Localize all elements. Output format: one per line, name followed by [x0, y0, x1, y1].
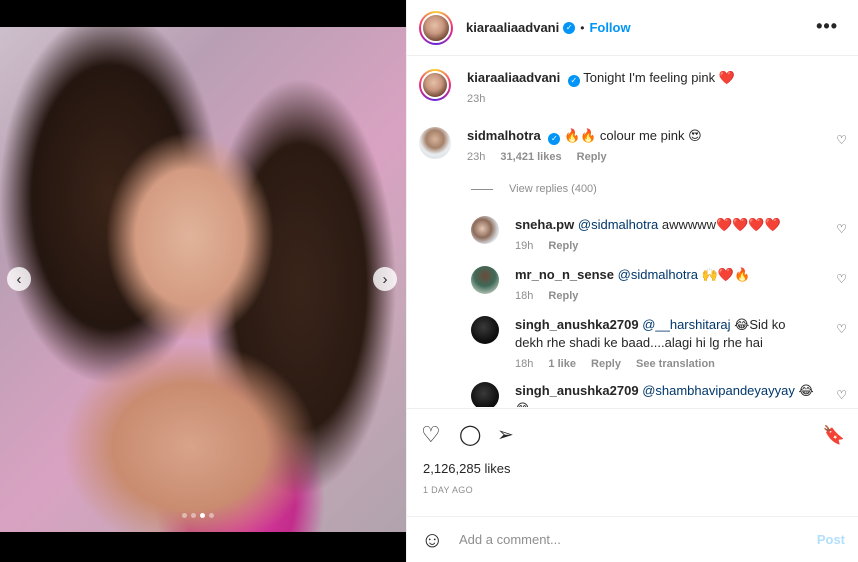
post-media: ‹ › — [0, 0, 406, 562]
like-heart-icon[interactable]: ♡ — [421, 423, 441, 447]
follow-button[interactable]: Follow — [589, 20, 630, 35]
avatar[interactable] — [471, 316, 499, 344]
reply-mention[interactable]: @shambhavipandeyayyay — [642, 383, 795, 398]
comments-list[interactable]: kiaraaliaadvani ✓ Tonight I'm feeling pi… — [407, 57, 858, 407]
reply-username[interactable]: singh_anushka2709 — [515, 383, 639, 398]
reply-like-heart-icon[interactable]: ♡ — [836, 222, 847, 236]
reply-like-heart-icon[interactable]: ♡ — [836, 322, 847, 336]
comment-body: sidmalhotra ✓ 🔥🔥 colour me pink 😍 23h 31… — [467, 127, 827, 166]
post-actions: ♡ ◯ ➢ 🔖 2,126,285 likes 1 DAY AGO — [407, 408, 858, 523]
view-replies-button[interactable]: View replies (400) — [471, 183, 597, 195]
reply-text: 🙌❤️🔥 — [698, 267, 751, 282]
avatar[interactable] — [419, 69, 451, 101]
reply-username[interactable]: singh_anushka2709 — [515, 317, 639, 332]
comment-username[interactable]: sidmalhotra — [467, 128, 541, 143]
author-username[interactable]: kiaraaliaadvani — [466, 20, 559, 35]
post-panel: kiaraaliaadvani ✓ • Follow ••• kiaraalia… — [406, 0, 858, 562]
post-comment-button[interactable]: Post — [817, 532, 845, 547]
add-comment-bar: ☺ Add a comment... Post — [407, 516, 858, 562]
verified-icon: ✓ — [567, 75, 580, 87]
reply-like-heart-icon[interactable]: ♡ — [836, 272, 847, 286]
likes-count[interactable]: 2,126,285 likes — [423, 461, 510, 476]
reply-likes[interactable]: 1 like — [548, 358, 576, 370]
verified-icon: ✓ — [548, 133, 561, 145]
reply-button[interactable]: Reply — [548, 240, 578, 252]
reply-username[interactable]: sneha.pw — [515, 217, 574, 232]
divider — [471, 188, 493, 190]
avatar[interactable] — [471, 266, 499, 294]
comment-time[interactable]: 23h — [467, 151, 485, 163]
post-date[interactable]: 1 DAY AGO — [423, 485, 473, 495]
post-header: kiaraaliaadvani ✓ • Follow ••• — [407, 0, 858, 56]
separator: • — [580, 20, 585, 35]
reply-button[interactable]: Reply — [577, 151, 607, 163]
share-icon[interactable]: ➢ — [497, 423, 514, 447]
slide-dot-active — [200, 513, 205, 518]
see-translation-button[interactable]: See translation — [636, 358, 715, 370]
chevron-right-icon: › — [382, 270, 388, 288]
comment-text: 🔥🔥 colour me pink 😍 — [563, 128, 702, 143]
post-photo[interactable] — [0, 27, 406, 532]
reply-mention[interactable]: @__harshitaraj — [642, 317, 730, 332]
reply-like-heart-icon[interactable]: ♡ — [836, 388, 847, 402]
reply-time[interactable]: 18h — [515, 290, 533, 302]
reply-time[interactable]: 18h — [515, 358, 533, 370]
avatar[interactable] — [419, 127, 451, 159]
bookmark-icon[interactable]: 🔖 — [823, 423, 845, 447]
reply-time[interactable]: 19h — [515, 240, 533, 252]
reply-button[interactable]: Reply — [548, 290, 578, 302]
comment-icon[interactable]: ◯ — [459, 423, 481, 447]
reply-mention[interactable]: @sidmalhotra — [578, 217, 658, 232]
comment-like-heart-icon[interactable]: ♡ — [836, 133, 847, 147]
reply-body: singh_anushka2709 @shambhavipandeyayyay … — [515, 382, 815, 407]
slide-dot — [209, 513, 214, 518]
view-replies-label: View replies (400) — [509, 183, 597, 195]
slide-dot — [191, 513, 196, 518]
reply-text: awwwww❤️❤️❤️❤️ — [658, 217, 781, 232]
chevron-left-icon: ‹ — [16, 270, 22, 288]
action-bar: ♡ ◯ ➢ 🔖 — [421, 423, 845, 447]
reply-body: singh_anushka2709 @__harshitaraj 😂Sid ko… — [515, 316, 815, 373]
reply-button[interactable]: Reply — [591, 358, 621, 370]
reply-username[interactable]: mr_no_n_sense — [515, 267, 614, 282]
next-slide-button[interactable]: › — [373, 267, 397, 291]
caption-username[interactable]: kiaraaliaadvani — [467, 70, 560, 85]
slide-dot — [182, 513, 187, 518]
reply-mention[interactable]: @sidmalhotra — [618, 267, 698, 282]
caption-body: kiaraaliaadvani ✓ Tonight I'm feeling pi… — [467, 69, 827, 108]
reply-body: sneha.pw @sidmalhotra awwwww❤️❤️❤️❤️ 19h… — [515, 216, 815, 255]
reply-body: mr_no_n_sense @sidmalhotra 🙌❤️🔥 18h Repl… — [515, 266, 815, 305]
comment-input[interactable]: Add a comment... — [459, 532, 817, 547]
verified-icon: ✓ — [563, 21, 576, 34]
avatar[interactable] — [471, 216, 499, 244]
avatar[interactable] — [471, 382, 499, 407]
avatar[interactable] — [419, 10, 453, 45]
caption-text: Tonight I'm feeling pink ❤️ — [583, 70, 735, 85]
prev-slide-button[interactable]: ‹ — [7, 267, 31, 291]
caption-time[interactable]: 23h — [467, 93, 485, 105]
slide-indicator — [182, 513, 214, 518]
more-options-icon[interactable]: ••• — [816, 16, 838, 37]
emoji-icon[interactable]: ☺ — [421, 527, 445, 553]
comment-likes[interactable]: 31,421 likes — [500, 151, 561, 163]
